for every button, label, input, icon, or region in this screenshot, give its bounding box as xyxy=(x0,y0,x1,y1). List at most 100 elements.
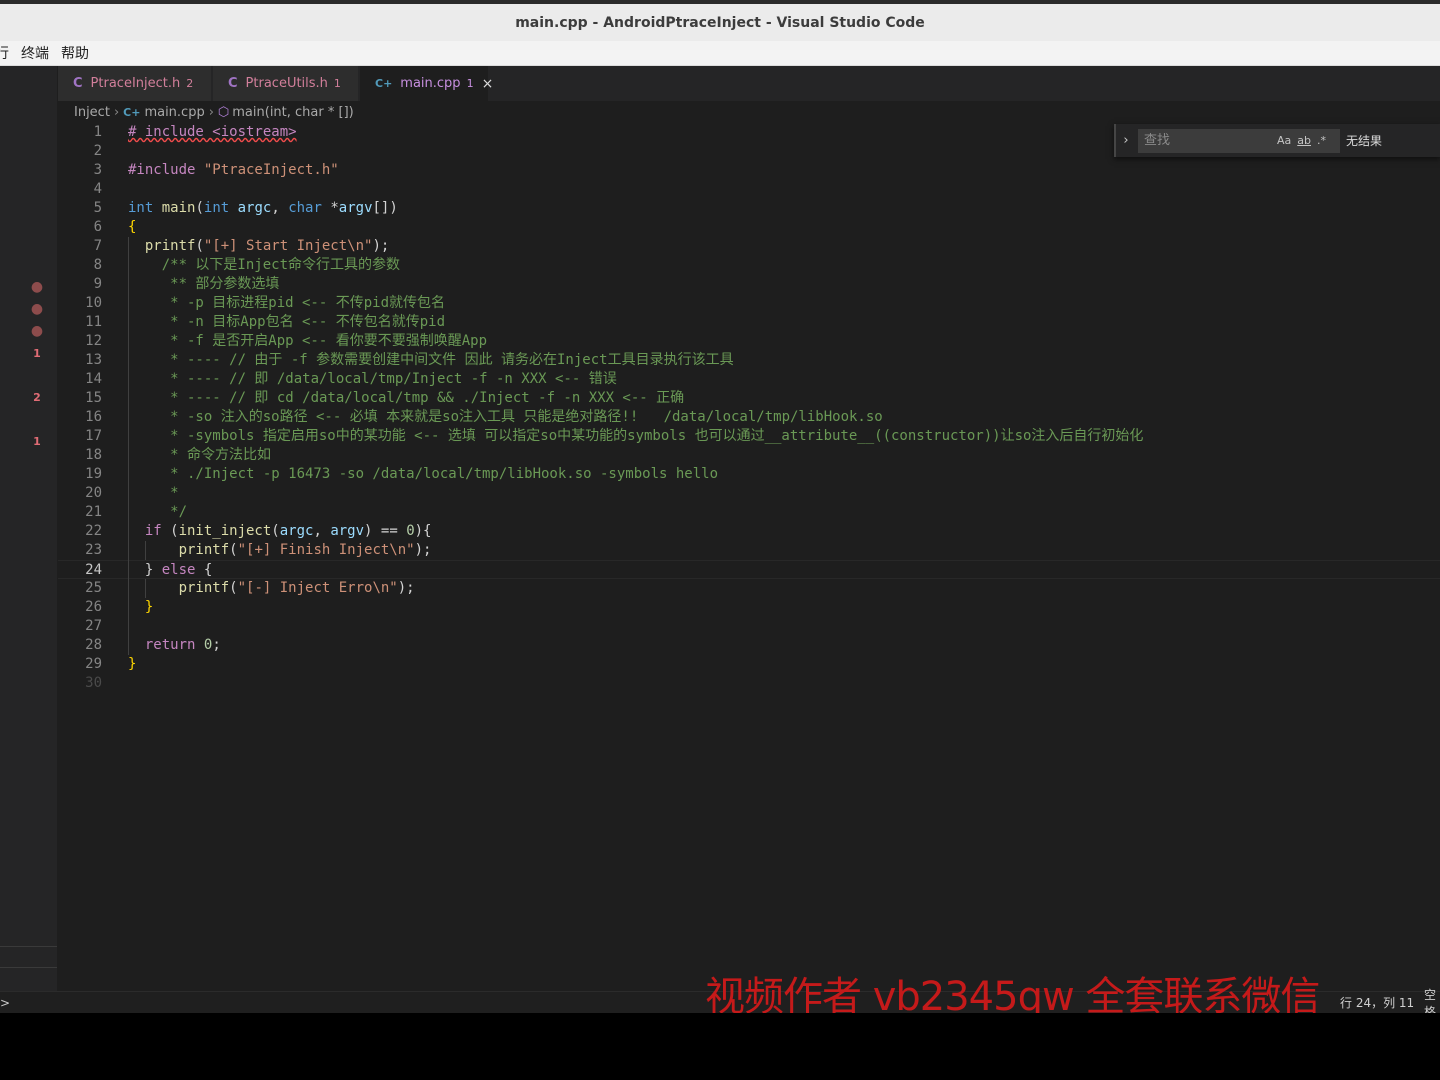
line-number: 7 xyxy=(93,238,102,254)
code-line[interactable]: 25 printf("[-] Inject Erro\n"); xyxy=(58,579,1440,598)
line-number: 22 xyxy=(85,523,102,539)
symbol-method-icon: ⬡ xyxy=(217,104,230,120)
code-line[interactable]: 30 xyxy=(58,674,1440,693)
line-code: * -f 是否开启App <-- 看你要不要强制唤醒App xyxy=(128,333,488,349)
line-number: 13 xyxy=(85,352,102,368)
code-line[interactable]: 24 } else { xyxy=(58,560,1440,579)
problem-count-badge: 1 xyxy=(333,77,341,90)
code-line[interactable]: 22 if (init_inject(argc, argv) == 0){ xyxy=(58,522,1440,541)
line-number: 28 xyxy=(85,637,102,653)
line-code: * ---- // 由于 -f 参数需要创建中间文件 因此 请务必在Inject… xyxy=(128,352,734,368)
close-icon[interactable]: × xyxy=(482,76,494,92)
regex-icon[interactable]: .* xyxy=(1317,134,1326,147)
line-number: 15 xyxy=(85,390,102,406)
problem-count-badge: 2 xyxy=(186,77,194,90)
code-line[interactable]: 17 * -symbols 指定启用so中的某功能 <-- 选填 可以指定so中… xyxy=(58,427,1440,446)
code-line[interactable]: 8 /** 以下是Inject命令行工具的参数 xyxy=(58,256,1440,275)
tab-ptraceutils-h[interactable]: C PtraceUtils.h 1 xyxy=(213,66,359,101)
title-bar: main.cpp - AndroidPtraceInject - Visual … xyxy=(0,0,1440,41)
line-code: } xyxy=(144,599,154,615)
code-line[interactable]: 27 xyxy=(58,617,1440,636)
line-code: #include "PtraceInject.h" xyxy=(128,162,339,178)
find-widget: › Aa ab .* 无结果 xyxy=(1114,124,1440,157)
line-number: 27 xyxy=(85,618,102,634)
find-result-count: 无结果 xyxy=(1346,134,1383,148)
code-line[interactable]: 5 int main(int argc, char *argv[]) xyxy=(58,199,1440,218)
line-number: 26 xyxy=(85,599,102,615)
line-code: /** 以下是Inject命令行工具的参数 xyxy=(128,257,401,273)
code-line[interactable]: 14 * ---- // 即 /data/local/tmp/Inject -f… xyxy=(58,370,1440,389)
cursor-position[interactable]: 行 24，列 11 xyxy=(1340,994,1414,1011)
code-line[interactable]: 23 printf("[+] Finish Inject\n"); xyxy=(58,541,1440,560)
line-number: 4 xyxy=(93,181,102,197)
code-line[interactable]: 10 * -p 目标进程pid <-- 不传pid就传包名 xyxy=(58,294,1440,313)
match-case-icon[interactable]: Aa xyxy=(1277,134,1291,147)
code-line[interactable]: 21 */ xyxy=(58,503,1440,522)
code-line[interactable]: 20 * xyxy=(58,484,1440,503)
line-number: 30 xyxy=(85,675,102,691)
line-code: printf("[-] Inject Erro\n"); xyxy=(178,580,415,596)
line-number: 21 xyxy=(85,504,102,520)
code-line[interactable]: 3 #include "PtraceInject.h" xyxy=(58,161,1440,180)
whole-word-icon[interactable]: ab xyxy=(1297,134,1311,147)
menu-item-terminal[interactable]: 终端 xyxy=(15,43,55,63)
indent-guide xyxy=(145,579,146,598)
line-number: 16 xyxy=(85,409,102,425)
tab-label: main.cpp xyxy=(400,76,461,91)
status-left-chevron[interactable]: > xyxy=(0,996,10,1010)
line-number: 11 xyxy=(85,314,102,330)
sidebar-markers: ● ● ● 1 2 1 xyxy=(0,123,58,991)
code-line[interactable]: 26 } xyxy=(58,598,1440,617)
code-line[interactable]: 29} xyxy=(58,655,1440,674)
find-input[interactable] xyxy=(1138,133,1274,148)
code-line[interactable]: 13 * ---- // 由于 -f 参数需要创建中间文件 因此 请务必在Inj… xyxy=(58,351,1440,370)
tab-main-cpp[interactable]: C+ main.cpp 1 × xyxy=(360,66,493,101)
line-code: if (init_inject(argc, argv) == 0){ xyxy=(144,523,432,539)
line-number: 12 xyxy=(85,333,102,349)
line-number: 19 xyxy=(85,466,102,482)
line-code: return 0; xyxy=(144,637,221,653)
cpp-file-icon: C+ xyxy=(375,77,393,90)
c-file-icon: C xyxy=(228,76,238,91)
code-line[interactable]: 18 * 命令方法比如 xyxy=(58,446,1440,465)
line-code: int main(int argc, char *argv[]) xyxy=(128,200,398,216)
line-code: * 命令方法比如 xyxy=(128,447,272,463)
menu-item-run[interactable]: 行 xyxy=(0,43,15,63)
line-code: * xyxy=(128,485,179,501)
breadcrumb: Inject › C+ main.cpp › ⬡ main(int, char … xyxy=(58,101,1440,123)
breadcrumb-symbol[interactable]: main(int, char * []) xyxy=(232,105,353,120)
chevron-right-icon[interactable]: › xyxy=(1116,133,1136,148)
window-title: main.cpp - AndroidPtraceInject - Visual … xyxy=(515,14,925,31)
tab-ptraceinject-h[interactable]: C PtraceInject.h 2 xyxy=(58,66,212,101)
code-line[interactable]: 28 return 0; xyxy=(58,636,1440,655)
code-line[interactable]: 16 * -so 注入的so路径 <-- 必填 本来就是so注入工具 只能是绝对… xyxy=(58,408,1440,427)
line-code: * -n 目标App包名 <-- 不传包名就传pid xyxy=(128,314,446,330)
line-number: 23 xyxy=(85,542,102,558)
line-number: 2 xyxy=(93,143,102,159)
screen-bottom-area xyxy=(0,1013,1440,1080)
code-line[interactable]: 9 ** 部分参数选填 xyxy=(58,275,1440,294)
line-number: 18 xyxy=(85,447,102,463)
code-line[interactable]: 11 * -n 目标App包名 <-- 不传包名就传pid xyxy=(58,313,1440,332)
code-line[interactable]: 12 * -f 是否开启App <-- 看你要不要强制唤醒App xyxy=(58,332,1440,351)
line-code: * ---- // 即 cd /data/local/tmp && ./Inje… xyxy=(128,390,685,406)
cpp-file-icon: C+ xyxy=(123,105,141,119)
line-code: * ---- // 即 /data/local/tmp/Inject -f -n… xyxy=(128,371,617,387)
chevron-right-icon: › xyxy=(208,104,214,120)
code-line[interactable]: 6{ xyxy=(58,218,1440,237)
code-line[interactable]: 4 xyxy=(58,180,1440,199)
menu-bar: 行 终端 帮助 xyxy=(0,41,1440,66)
code-line[interactable]: 15 * ---- // 即 cd /data/local/tmp && ./I… xyxy=(58,389,1440,408)
code-line[interactable]: 19 * ./Inject -p 16473 -so /data/local/t… xyxy=(58,465,1440,484)
tab-label: PtraceInject.h xyxy=(90,76,181,91)
breadcrumb-file[interactable]: main.cpp xyxy=(144,105,204,120)
breadcrumb-folder[interactable]: Inject xyxy=(74,105,110,120)
line-number: 24 xyxy=(85,562,102,578)
problem-count-badge: 1 xyxy=(466,77,474,90)
line-code: * ./Inject -p 16473 -so /data/local/tmp/… xyxy=(128,466,719,482)
find-input-box: Aa ab .* xyxy=(1138,128,1340,153)
code-line[interactable]: 7 printf("[+] Start Inject\n"); xyxy=(58,237,1440,256)
line-code: * -p 目标进程pid <-- 不传pid就传包名 xyxy=(128,295,446,311)
menu-item-help[interactable]: 帮助 xyxy=(55,43,95,63)
c-file-icon: C xyxy=(73,76,83,91)
